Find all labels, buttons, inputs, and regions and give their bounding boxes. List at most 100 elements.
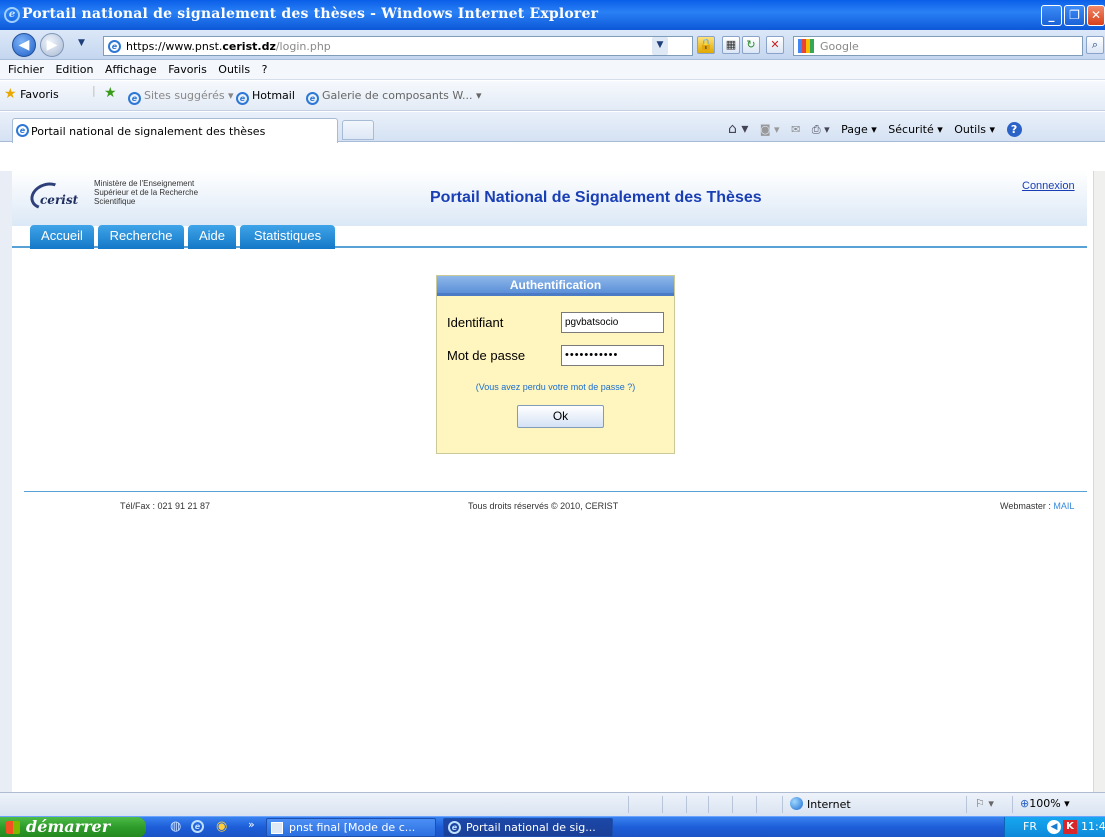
ministry-name: Ministère de l'Enseignement Supérieur et…	[94, 179, 198, 206]
back-arrow-tray-icon[interactable]: ◀	[1047, 820, 1061, 834]
refresh-icon[interactable]: ↻	[742, 36, 760, 54]
webmaster-label: Webmaster :	[1000, 501, 1054, 511]
ie-icon: e	[128, 92, 141, 105]
menu-outils[interactable]: Outils	[218, 63, 250, 76]
ie-logo-icon: e	[4, 7, 20, 23]
footer-phone: Tél/Fax : 021 91 21 87	[120, 501, 211, 511]
browser-tab-title: Portail national de signalement des thès…	[31, 125, 266, 138]
system-tray: FR ◀ K 11:43	[1004, 817, 1105, 837]
separator: |	[92, 84, 96, 97]
ie-quicklaunch-icon[interactable]: e	[191, 820, 204, 833]
add-favorite-icon[interactable]: ★	[104, 85, 117, 101]
mail-icon[interactable]: ✉	[791, 123, 800, 136]
taskbar-item-pnst-final[interactable]: pnst final [Mode de c...	[266, 818, 436, 837]
ie-icon: e	[448, 821, 461, 834]
identifiant-input[interactable]: pgvbatsocio	[561, 312, 664, 333]
address-input[interactable]: e https://www.pnst.cerist.dz/login.php ▼	[103, 36, 693, 56]
search-placeholder: Google	[820, 40, 859, 53]
nav-statistiques[interactable]: Statistiques	[240, 225, 335, 249]
status-divider	[686, 796, 687, 813]
menu-help[interactable]: ?	[262, 63, 268, 76]
favorites-button[interactable]: ★ Favoris	[4, 86, 59, 102]
ppt-icon	[271, 822, 283, 834]
favorites-bar: ★ Favoris | ★ e Sites suggérés ▾ e Hotmail…	[0, 81, 1105, 111]
fav-galerie[interactable]: e Galerie de composants W... ▾	[306, 89, 482, 105]
chrome-quicklaunch-icon[interactable]: ◉	[216, 819, 227, 834]
fav-label: Sites suggérés ▾	[144, 89, 234, 102]
compatibility-icon[interactable]: ▦	[722, 36, 740, 54]
site-title: Portail National de Signalement des Thès…	[430, 189, 762, 206]
globe-icon	[790, 797, 803, 810]
browser-tab-active[interactable]: e Portail national de signalement des th…	[12, 118, 338, 143]
ministry-line: Scientifique	[94, 197, 136, 206]
password-input[interactable]: •••••••••••	[561, 345, 664, 366]
address-toolbar: ◀ ▶ ▼ e https://www.pnst.cerist.dz/login…	[0, 30, 1105, 60]
internet-zone[interactable]: Internet	[790, 797, 851, 811]
minimize-button[interactable]: _	[1041, 5, 1062, 26]
new-tab-button[interactable]	[342, 120, 374, 140]
menu-favoris[interactable]: Favoris	[168, 63, 207, 76]
webmaster-mail-link[interactable]: MAIL	[1053, 501, 1074, 511]
ministry-line: Ministère de l'Enseignement	[94, 179, 195, 188]
help-icon[interactable]: ?	[1006, 122, 1022, 137]
protected-mode-icon[interactable]: ⚐ ▾	[975, 797, 994, 810]
search-input[interactable]: Google	[793, 36, 1083, 56]
kaspersky-icon[interactable]: K	[1063, 820, 1077, 834]
status-divider	[662, 796, 663, 813]
logo-text: cerist	[40, 193, 79, 207]
status-divider	[782, 796, 783, 813]
history-dropdown-icon[interactable]: ▼	[78, 38, 85, 48]
language-indicator[interactable]: FR	[1023, 817, 1037, 837]
content-left-edge	[0, 171, 12, 792]
footer-copyright: Tous droits réservés © 2010, CERIST	[468, 501, 619, 511]
start-button[interactable]: démarrer	[0, 817, 146, 837]
page-menu[interactable]: Page ▾	[841, 123, 877, 136]
taskbar-item-portail[interactable]: e Portail national de sig...	[443, 818, 613, 837]
restore-button[interactable]: ❐	[1064, 5, 1085, 26]
security-menu[interactable]: Sécurité ▾	[888, 123, 942, 136]
ok-button[interactable]: Ok	[517, 405, 604, 428]
ministry-line: Supérieur et de la Recherche	[94, 188, 199, 197]
fav-suggested-sites[interactable]: e Sites suggérés ▾	[128, 89, 234, 105]
quicklaunch-more-icon[interactable]: »	[248, 818, 255, 831]
show-desktop-icon[interactable]: ◍	[170, 819, 181, 834]
print-icon[interactable]: ⎙ ▾	[812, 123, 830, 136]
status-divider	[708, 796, 709, 813]
nav-accueil[interactable]: Accueil	[30, 225, 94, 249]
nav-recherche[interactable]: Recherche	[98, 225, 184, 249]
vertical-scrollbar[interactable]	[1093, 171, 1105, 792]
address-dropdown-icon[interactable]: ▼	[652, 37, 668, 55]
menu-affichage[interactable]: Affichage	[105, 63, 157, 76]
close-button[interactable]: ✕	[1087, 5, 1105, 26]
lost-password-link[interactable]: (Vous avez perdu votre mot de passe ?)	[437, 382, 674, 392]
fav-hotmail[interactable]: e Hotmail	[236, 89, 295, 105]
status-divider	[628, 796, 629, 813]
zoom-control[interactable]: ⊕100% ▾	[1020, 797, 1070, 810]
tools-menu[interactable]: Outils ▾	[954, 123, 995, 136]
fav-label: Hotmail	[252, 89, 295, 102]
stop-icon[interactable]: ✕	[766, 36, 784, 54]
status-divider	[756, 796, 757, 813]
ie-icon: e	[16, 124, 29, 137]
back-button[interactable]: ◀	[12, 33, 36, 57]
search-button-icon[interactable]: ⌕	[1086, 36, 1104, 54]
menu-fichier[interactable]: Fichier	[8, 63, 44, 76]
taskbar-item-label: Portail national de sig...	[466, 821, 596, 834]
status-bar: Internet ⚐ ▾ ⊕100% ▾	[0, 792, 1105, 816]
browser-tab-row: e Portail national de signalement des th…	[0, 112, 1105, 143]
zoom-level: 100%	[1029, 797, 1061, 810]
nav-aide[interactable]: Aide	[188, 225, 236, 249]
identifiant-label: Identifiant	[447, 315, 504, 330]
window-title-bar[interactable]: e Portail national de signalement des th…	[0, 0, 1105, 30]
menu-edition[interactable]: Edition	[55, 63, 93, 76]
home-icon[interactable]: ⌂ ▾	[728, 121, 748, 137]
ie-icon: e	[306, 92, 319, 105]
forward-button[interactable]: ▶	[40, 33, 64, 57]
feeds-icon[interactable]: ◙ ▾	[760, 123, 780, 136]
lock-icon[interactable]: 🔒	[697, 36, 715, 54]
taskbar-item-label: pnst final [Mode de c...	[289, 821, 416, 834]
status-divider	[1012, 796, 1013, 813]
connexion-link[interactable]: Connexion	[1022, 180, 1075, 192]
page-icon: e	[108, 40, 121, 53]
ie-icon: e	[236, 92, 249, 105]
